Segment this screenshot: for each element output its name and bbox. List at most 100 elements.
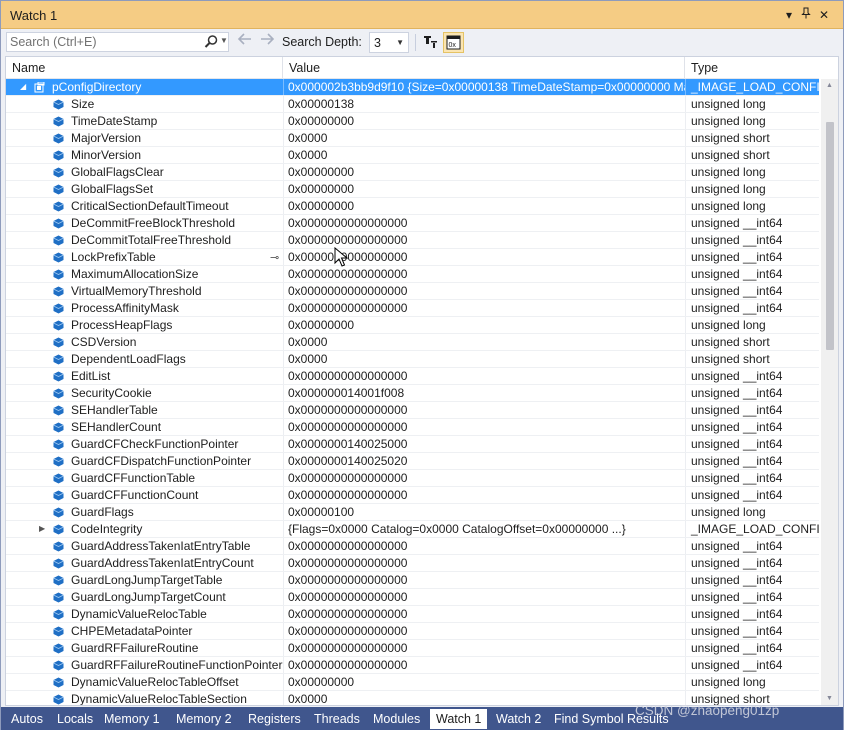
watch-row[interactable]: TimeDateStamp 0x00000000 unsigned long	[6, 113, 819, 130]
search-box[interactable]: ▼	[6, 32, 229, 52]
name-cell[interactable]: GuardCFFunctionCount	[6, 487, 283, 503]
value-cell[interactable]: 0x00000000	[283, 317, 685, 333]
value-cell[interactable]: 0x0000000000000000	[283, 538, 685, 554]
name-cell[interactable]: CSDVersion	[6, 334, 283, 350]
column-header-name[interactable]: Name	[6, 57, 283, 78]
name-cell[interactable]: DeCommitFreeBlockThreshold	[6, 215, 283, 231]
watch-row[interactable]: SEHandlerTable 0x0000000000000000 unsigned…	[6, 402, 819, 419]
back-arrow-icon[interactable]	[236, 32, 254, 52]
value-cell[interactable]: 0x00000000	[283, 198, 685, 214]
tab-autos[interactable]: Autos	[5, 709, 49, 729]
scroll-down-icon[interactable]: ▼	[821, 692, 838, 705]
tab-modules[interactable]: Modules	[367, 709, 426, 729]
name-cell[interactable]: GuardLongJumpTargetTable	[6, 572, 283, 588]
name-cell[interactable]: VirtualMemoryThreshold	[6, 283, 283, 299]
value-cell[interactable]: 0x0000	[283, 691, 685, 705]
watch-row[interactable]: GuardRFFailureRoutineFunctionPointer 0x00…	[6, 657, 819, 674]
watch-row[interactable]: VirtualMemoryThreshold 0x0000000000000000…	[6, 283, 819, 300]
tab-threads[interactable]: Threads	[308, 709, 366, 729]
watch-row[interactable]: GuardRFFailureRoutine 0x0000000000000000 u…	[6, 640, 819, 657]
watch-row[interactable]: GlobalFlagsSet 0x00000000 unsigned long	[6, 181, 819, 198]
value-cell[interactable]: 0x0000000140025000	[283, 436, 685, 452]
name-cell[interactable]: DynamicValueRelocTable	[6, 606, 283, 622]
tab-watch-2[interactable]: Watch 2	[490, 709, 547, 729]
value-cell[interactable]: 0x0000000000000000	[283, 657, 685, 673]
value-cell[interactable]: {Flags=0x0000 Catalog=0x0000 CatalogOffs…	[283, 521, 685, 537]
name-cell[interactable]: GuardRFFailureRoutine	[6, 640, 283, 656]
name-cell[interactable]: GuardCFCheckFunctionPointer	[6, 436, 283, 452]
watch-row[interactable]: GuardCFDispatchFunctionPointer 0x00000001…	[6, 453, 819, 470]
value-cell[interactable]: 0x00000000	[283, 113, 685, 129]
watch-row[interactable]: DeCommitFreeBlockThreshold 0x000000000000…	[6, 215, 819, 232]
column-header-value[interactable]: Value	[283, 57, 685, 78]
pin-window-icon[interactable]	[799, 7, 813, 23]
name-cell[interactable]: EditList	[6, 368, 283, 384]
watch-row[interactable]: CSDVersion 0x0000 unsigned short	[6, 334, 819, 351]
value-cell[interactable]: 0x00000100	[283, 504, 685, 520]
watch-row[interactable]: Size 0x00000138 unsigned long	[6, 96, 819, 113]
value-cell[interactable]: 0x0000	[283, 334, 685, 350]
value-cell[interactable]: 0x0000000000000000	[283, 589, 685, 605]
column-header-type[interactable]: Type	[685, 57, 819, 78]
value-cell[interactable]: 0x0000000000000000	[283, 487, 685, 503]
watch-row[interactable]: EditList 0x0000000000000000 unsigned __int…	[6, 368, 819, 385]
name-cell[interactable]: GuardLongJumpTargetCount	[6, 589, 283, 605]
tab-watch-1[interactable]: Watch 1	[430, 709, 488, 729]
vertical-scrollbar[interactable]: ▲ ▼	[821, 79, 838, 705]
name-cell[interactable]: ▶ CodeIntegrity	[6, 521, 283, 537]
watch-row[interactable]: CriticalSectionDefaultTimeout 0x00000000 u…	[6, 198, 819, 215]
name-cell[interactable]: MaximumAllocationSize	[6, 266, 283, 282]
tab-memory-1[interactable]: Memory 1	[98, 709, 166, 729]
name-cell[interactable]: DynamicValueRelocTableOffset	[6, 674, 283, 690]
value-cell[interactable]: 0x0000000000000000	[283, 402, 685, 418]
name-cell[interactable]: LockPrefixTable ⊸	[6, 249, 283, 265]
watch-row[interactable]: CHPEMetadataPointer 0x0000000000000000 uns…	[6, 623, 819, 640]
title-bar[interactable]: Watch 1 ▾ ✕	[1, 1, 843, 29]
watch-row[interactable]: MinorVersion 0x0000 unsigned short	[6, 147, 819, 164]
watch-row[interactable]: SecurityCookie 0x000000014001f008 unsigned…	[6, 385, 819, 402]
value-cell[interactable]: 0x0000000000000000	[283, 368, 685, 384]
watch-row[interactable]: GuardCFFunctionCount 0x0000000000000000 un…	[6, 487, 819, 504]
value-cell[interactable]: 0x0000000000000000	[283, 215, 685, 231]
value-cell[interactable]: 0x0000000000000000	[283, 283, 685, 299]
value-cell[interactable]: 0x0000000000000000	[283, 232, 685, 248]
watch-row[interactable]: ◢ pConfigDirectory 0x000002b3bb9d9f10 {Siz…	[6, 79, 819, 96]
search-depth-select[interactable]: 3 ▼	[369, 32, 409, 53]
collapsed-arrow-icon[interactable]: ▶	[39, 525, 47, 533]
watch-row[interactable]: GlobalFlagsClear 0x00000000 unsigned long	[6, 164, 819, 181]
name-cell[interactable]: GuardAddressTakenIatEntryCount	[6, 555, 283, 571]
watch-row[interactable]: MajorVersion 0x0000 unsigned short	[6, 130, 819, 147]
watch-row[interactable]: GuardAddressTakenIatEntryCount 0x00000000…	[6, 555, 819, 572]
value-cell[interactable]: 0x0000000000000000	[283, 572, 685, 588]
scroll-thumb[interactable]	[826, 122, 834, 350]
watch-row[interactable]: ProcessHeapFlags 0x00000000 unsigned long	[6, 317, 819, 334]
name-cell[interactable]: DeCommitTotalFreeThreshold	[6, 232, 283, 248]
name-cell[interactable]: DependentLoadFlags	[6, 351, 283, 367]
value-cell[interactable]: 0x0000000000000000	[283, 606, 685, 622]
value-cell[interactable]: 0x000000014001f008	[283, 385, 685, 401]
name-cell[interactable]: SecurityCookie	[6, 385, 283, 401]
tab-locals[interactable]: Locals	[51, 709, 99, 729]
close-icon[interactable]: ✕	[817, 7, 831, 23]
name-cell[interactable]: GuardCFDispatchFunctionPointer	[6, 453, 283, 469]
forward-arrow-icon[interactable]	[258, 32, 276, 52]
name-cell[interactable]: GuardFlags	[6, 504, 283, 520]
value-cell[interactable]: 0x0000	[283, 351, 685, 367]
name-cell[interactable]: MinorVersion	[6, 147, 283, 163]
watch-row[interactable]: MaximumAllocationSize 0x0000000000000000 u…	[6, 266, 819, 283]
watch-row[interactable]: DynamicValueRelocTableOffset 0x00000000 un…	[6, 674, 819, 691]
search-icon[interactable]	[203, 34, 219, 50]
watch-row[interactable]: GuardFlags 0x00000100 unsigned long	[6, 504, 819, 521]
filter-pin-icon[interactable]	[420, 32, 441, 53]
watch-row[interactable]: GuardLongJumpTargetTable 0x00000000000000…	[6, 572, 819, 589]
scroll-up-icon[interactable]: ▲	[821, 79, 838, 93]
value-cell[interactable]: 0x00000138	[283, 96, 685, 112]
value-cell[interactable]: 0x0000000000000000	[283, 300, 685, 316]
name-cell[interactable]: GuardRFFailureRoutineFunctionPointer	[6, 657, 283, 673]
name-cell[interactable]: ProcessHeapFlags	[6, 317, 283, 333]
expanded-arrow-icon[interactable]: ◢	[20, 83, 28, 91]
window-menu-dropdown-icon[interactable]: ▾	[782, 7, 796, 23]
value-cell[interactable]: 0x00000000	[283, 181, 685, 197]
name-cell[interactable]: GlobalFlagsSet	[6, 181, 283, 197]
name-cell[interactable]: ProcessAffinityMask	[6, 300, 283, 316]
